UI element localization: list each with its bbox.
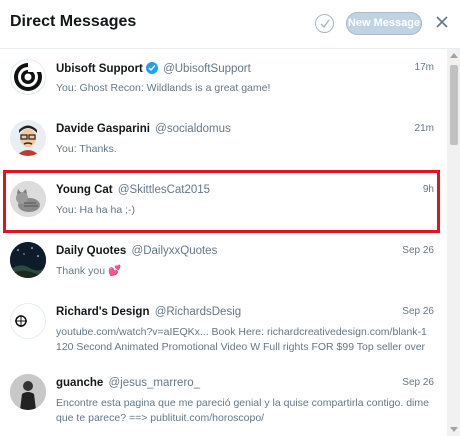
dm-header: Direct Messages New Message — [0, 0, 460, 49]
two-hearts-emoji-icon: 💕 — [107, 265, 122, 277]
conversation-handle: @socialdomus — [155, 123, 231, 135]
scrollbar[interactable] — [447, 49, 460, 436]
richards-creative-logo — [10, 303, 46, 339]
conversation-item-guanche[interactable]: guanche @jesus_marrero_ Sep 26 Encontre … — [0, 364, 446, 436]
scroll-up-icon[interactable] — [450, 53, 458, 58]
conversation-handle: @jesus_marrero_ — [108, 377, 201, 389]
verified-badge-icon — [145, 62, 158, 74]
conversation-name: Young Cat — [56, 184, 113, 196]
conversation-name: Daily Quotes — [56, 245, 127, 257]
scroll-down-icon[interactable] — [450, 427, 458, 432]
conversation-handle: @UbisoftSupport — [163, 63, 251, 75]
new-message-button[interactable]: New Message — [346, 12, 422, 35]
conversation-time: Sep 26 — [402, 245, 434, 256]
message-preview: You: Thanks. — [56, 143, 117, 155]
message-preview: youtube.com/watch?v=aIEQKx... Book Here:… — [56, 326, 427, 353]
night-sky-avatar — [10, 242, 46, 278]
conversation-time: 17m — [414, 62, 434, 73]
cartoon-man-avatar — [10, 120, 46, 156]
conversation-item-ubisoft[interactable]: Ubisoft Support @UbisoftSupport 17m You:… — [0, 49, 446, 111]
conversation-name: Davide Gasparini — [56, 123, 150, 135]
message-preview: You: Ghost Recon: Wildlands is a great g… — [56, 82, 271, 94]
conversation-name: Richard's Design — [56, 306, 150, 318]
close-icon[interactable] — [434, 14, 450, 30]
cat-photo-avatar — [10, 181, 46, 217]
conversation-item-richards-design[interactable]: Richard's Design @RichardsDesig Sep 26 y… — [0, 293, 446, 365]
conversation-name: Ubisoft Support — [56, 63, 143, 75]
conversation-handle: @DailyxxQuotes — [131, 245, 218, 257]
bw-figure-avatar — [10, 374, 46, 410]
message-preview: Thank you — [56, 265, 106, 277]
conversation-item-davide[interactable]: Davide Gasparini @socialdomus 21m You: T… — [0, 110, 446, 172]
scroll-thumb[interactable] — [450, 65, 458, 145]
conversation-name: guanche — [56, 377, 104, 389]
ubisoft-swirl-logo — [10, 59, 46, 95]
conversation-item-daily-quotes[interactable]: Daily Quotes @DailyxxQuotes Sep 26 Thank… — [0, 232, 446, 294]
conversation-time: 9h — [422, 184, 434, 195]
conversation-time: Sep 26 — [402, 306, 434, 317]
message-preview: Encontre esta pagina que me pareció geni… — [56, 397, 429, 424]
conversation-time: 21m — [414, 123, 434, 134]
conversation-handle: @RichardsDesig — [154, 306, 242, 318]
message-preview: You: Ha ha ha ;-) — [56, 204, 135, 216]
conversation-handle: @SkittlesCat2015 — [117, 184, 211, 196]
conversation-time: Sep 26 — [402, 377, 434, 388]
page-title: Direct Messages — [10, 13, 137, 30]
check-circle-icon[interactable] — [315, 14, 334, 33]
conversation-list: Ubisoft Support @UbisoftSupport 17m You:… — [0, 49, 446, 436]
conversation-item-young-cat[interactable]: Young Cat @SkittlesCat2015 9h You: Ha ha… — [0, 171, 446, 233]
